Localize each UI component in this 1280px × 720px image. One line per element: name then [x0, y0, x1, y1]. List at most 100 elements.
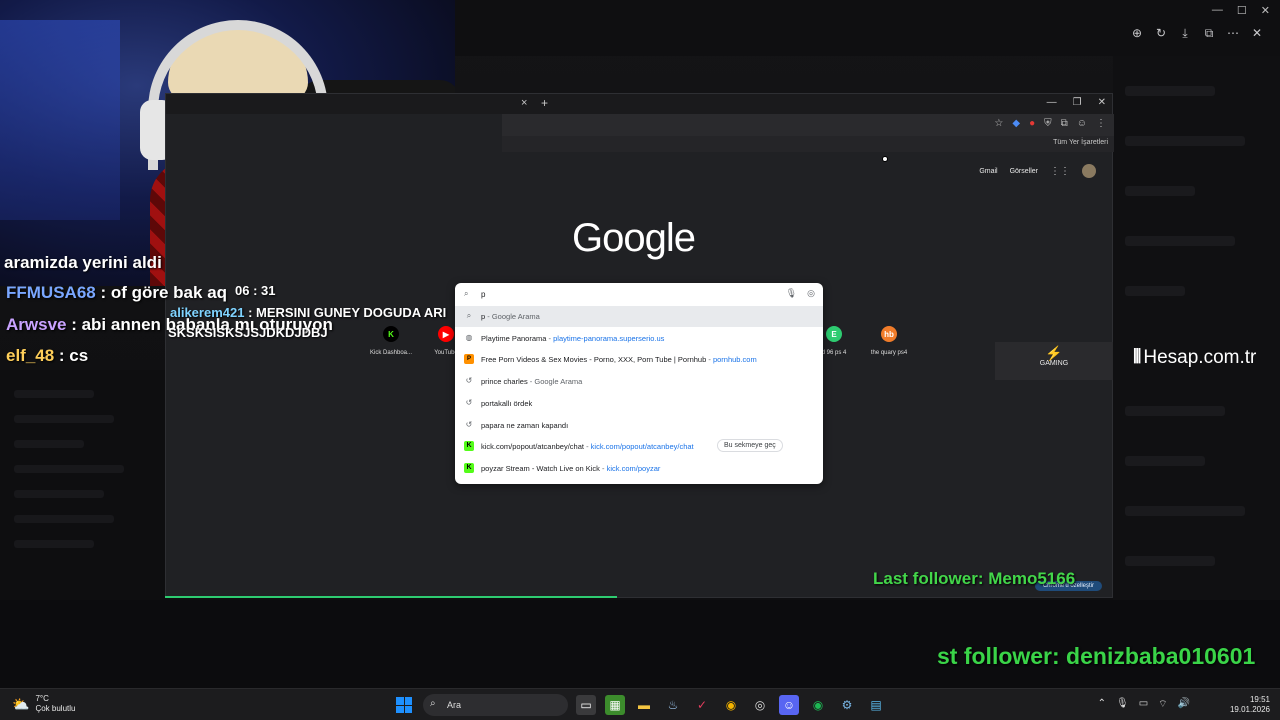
avatar[interactable]: [1082, 164, 1096, 178]
chat-message: aramizda yerini aldi: [4, 253, 162, 272]
microphone-icon[interactable]: 🎙: [786, 288, 797, 299]
volume-icon[interactable]: 🔊: [1178, 698, 1190, 711]
chat-message: 06 : 31: [235, 283, 276, 298]
images-link[interactable]: Görseller: [1010, 168, 1038, 175]
omnibox-input[interactable]: ⌕ p 🎙 ◎: [455, 283, 823, 305]
history-icon: ↺: [465, 419, 473, 429]
gmail-link[interactable]: Gmail: [979, 168, 997, 175]
notepad-icon[interactable]: ▤: [866, 695, 886, 715]
omnibox-suggestion[interactable]: ↺ prince charles - Google Arama: [455, 371, 823, 392]
tab-close-icon[interactable]: ×: [521, 97, 527, 109]
close-icon[interactable]: ✕: [1250, 26, 1264, 41]
chrome-icon[interactable]: ◉: [721, 695, 741, 715]
kick-icon: K: [464, 441, 474, 452]
suggestion-url: pornhub.com: [712, 355, 757, 365]
omnibox-suggestion[interactable]: ◍ Playtime Panorama - playtime-panorama.s…: [455, 328, 823, 349]
suggestion-title: prince charles: [481, 377, 528, 387]
shield-icon[interactable]: ⛨: [1044, 118, 1052, 129]
steam-icon[interactable]: ♨: [663, 695, 683, 715]
omnibox-suggestion[interactable]: ↺ portakallı ördek: [455, 393, 823, 414]
chat-message: alikerem421 : MERSINI GUNEY DOGUDA ARI: [170, 305, 447, 320]
suggestion-title: poyzar Stream - Watch Live on Kick: [481, 463, 600, 473]
extensions-icon[interactable]: ⧉: [1061, 118, 1068, 129]
suggestion-meta: Google Arama: [534, 377, 583, 387]
suggestion-url: kick.com/poyzar: [606, 463, 661, 473]
globe-icon: ◍: [465, 332, 473, 342]
browser-toolbar: ☆ ◆ ● ⛨ ⧉ ☺ ⋮: [502, 114, 1114, 136]
search-icon: ⌕: [466, 311, 472, 320]
more-icon[interactable]: ⋯: [1226, 26, 1240, 41]
taskbar-apps: ▭ ▦ ▬ ♨ ✓ ◉ ◎ ☺ ◉ ⚙ ▤: [576, 695, 886, 715]
bookmarks-bar: Tüm Yer İşaretleri: [502, 136, 1114, 152]
shortcut-tile[interactable]: hb the quary ps4: [859, 326, 919, 356]
open-external-icon[interactable]: ⧉: [1202, 26, 1216, 41]
settings-icon[interactable]: ⚙: [837, 695, 857, 715]
kick-icon: K: [464, 462, 474, 473]
sponsor-logo: ⦀ Hesap.com.tr: [1133, 347, 1257, 368]
site-icon: E: [826, 326, 842, 342]
chat-username: alikerem421: [170, 305, 245, 320]
close-icon[interactable]: ✕: [1098, 97, 1106, 108]
weather-temp: 7°C: [35, 694, 49, 703]
gaming-logo: ⚡ GAMING: [995, 342, 1113, 380]
rotate-icon[interactable]: ↻: [1154, 26, 1168, 41]
shortcut-label: Kick Dashboa...: [369, 350, 413, 356]
display-icon[interactable]: ▭: [1139, 698, 1148, 711]
omnibox-suggestion[interactable]: Kkick.com/popout/atcanbey/chat - kick.co…: [455, 436, 823, 457]
omnibox-suggestion[interactable]: Kpoyzar Stream - Watch Live on Kick - ki…: [455, 458, 823, 479]
system-tray: ⌃ 🎙 ▭ ⌔ 🔊: [1098, 698, 1190, 711]
omnibox-suggestion[interactable]: P Free Porn Videos & Sex Movies - Porno, …: [455, 349, 823, 370]
wifi-icon[interactable]: ⌔: [1158, 698, 1167, 711]
weather-desc: Çok bulutlu: [35, 704, 76, 713]
microphone-icon[interactable]: 🎙: [1116, 698, 1129, 711]
mouse-cursor: [882, 156, 888, 162]
taskbar-search[interactable]: ⌕ Ara: [423, 694, 568, 716]
close-icon[interactable]: ✕: [1261, 4, 1270, 17]
menu-icon[interactable]: ⋮: [1096, 118, 1106, 129]
extension-icon[interactable]: ◆: [1012, 118, 1020, 129]
file-explorer-icon[interactable]: ▭: [576, 695, 596, 715]
minimize-icon[interactable]: —: [1047, 97, 1057, 108]
maximize-icon[interactable]: ☐: [1237, 4, 1247, 17]
shortcut-label: the quary ps4: [870, 350, 908, 356]
chat-username: Arwsve: [6, 315, 67, 334]
chrome-icon[interactable]: ◎: [750, 695, 770, 715]
new-tab-button[interactable]: +: [541, 96, 548, 110]
chat-message: elf_48 : cs: [6, 346, 89, 365]
bookmark-star-icon[interactable]: ☆: [994, 118, 1003, 129]
chevron-up-icon[interactable]: ⌃: [1098, 698, 1106, 711]
omnibox-suggestion[interactable]: ↺ papara ne zaman kapandı: [455, 415, 823, 436]
switch-to-tab-button[interactable]: Bu sekmeye geç: [717, 439, 783, 453]
search-icon: ⌕: [464, 289, 469, 298]
chat-username: elf_48: [6, 346, 55, 365]
taskbar-clock[interactable]: 19:51 19.01.2026: [1230, 695, 1270, 715]
all-bookmarks-link[interactable]: Tüm Yer İşaretleri: [1053, 139, 1108, 146]
browser-window-controls: — ❐ ✕: [1047, 97, 1106, 108]
extension-icon[interactable]: ●: [1029, 118, 1035, 129]
restore-icon[interactable]: ❐: [1073, 97, 1082, 108]
apps-grid-icon[interactable]: ⋮⋮: [1050, 166, 1070, 177]
folder-icon[interactable]: ▬: [634, 695, 654, 715]
clock-time: 19:51: [1249, 695, 1270, 704]
weather-widget[interactable]: ⛅ 7°C Çok bulutlu: [12, 694, 75, 714]
suggestion-title: portakallı ördek: [481, 398, 533, 408]
kick-icon: K: [383, 326, 399, 342]
minecraft-icon[interactable]: ▦: [605, 695, 625, 715]
minimize-icon[interactable]: —: [1212, 4, 1223, 17]
clock-date: 19.01.2026: [1229, 705, 1270, 714]
lens-icon[interactable]: ◎: [807, 288, 815, 299]
discord-icon[interactable]: ☺: [779, 695, 799, 715]
start-button[interactable]: [396, 697, 412, 713]
download-icon[interactable]: ⤓: [1178, 26, 1192, 41]
zoom-in-icon[interactable]: ⊕: [1130, 26, 1144, 41]
obs-icon[interactable]: ✓: [692, 695, 712, 715]
shortcut-tile[interactable]: K Kick Dashboa...: [361, 326, 421, 356]
spotify-icon[interactable]: ◉: [808, 695, 828, 715]
browser-titlebar: [166, 94, 1112, 114]
profile-avatar[interactable]: ☺: [1077, 118, 1087, 129]
omnibox-suggestion[interactable]: ⌕ p - Google Arama: [455, 306, 823, 327]
google-logo: Google: [572, 216, 696, 260]
windows-taskbar: ⛅ 7°C Çok bulutlu ⌕ Ara ▭ ▦ ▬ ♨ ✓ ◉ ◎ ☺ …: [0, 688, 1280, 720]
omnibox-typed-text: p: [481, 290, 486, 299]
suggestion-title: papara ne zaman kapandı: [481, 420, 569, 430]
